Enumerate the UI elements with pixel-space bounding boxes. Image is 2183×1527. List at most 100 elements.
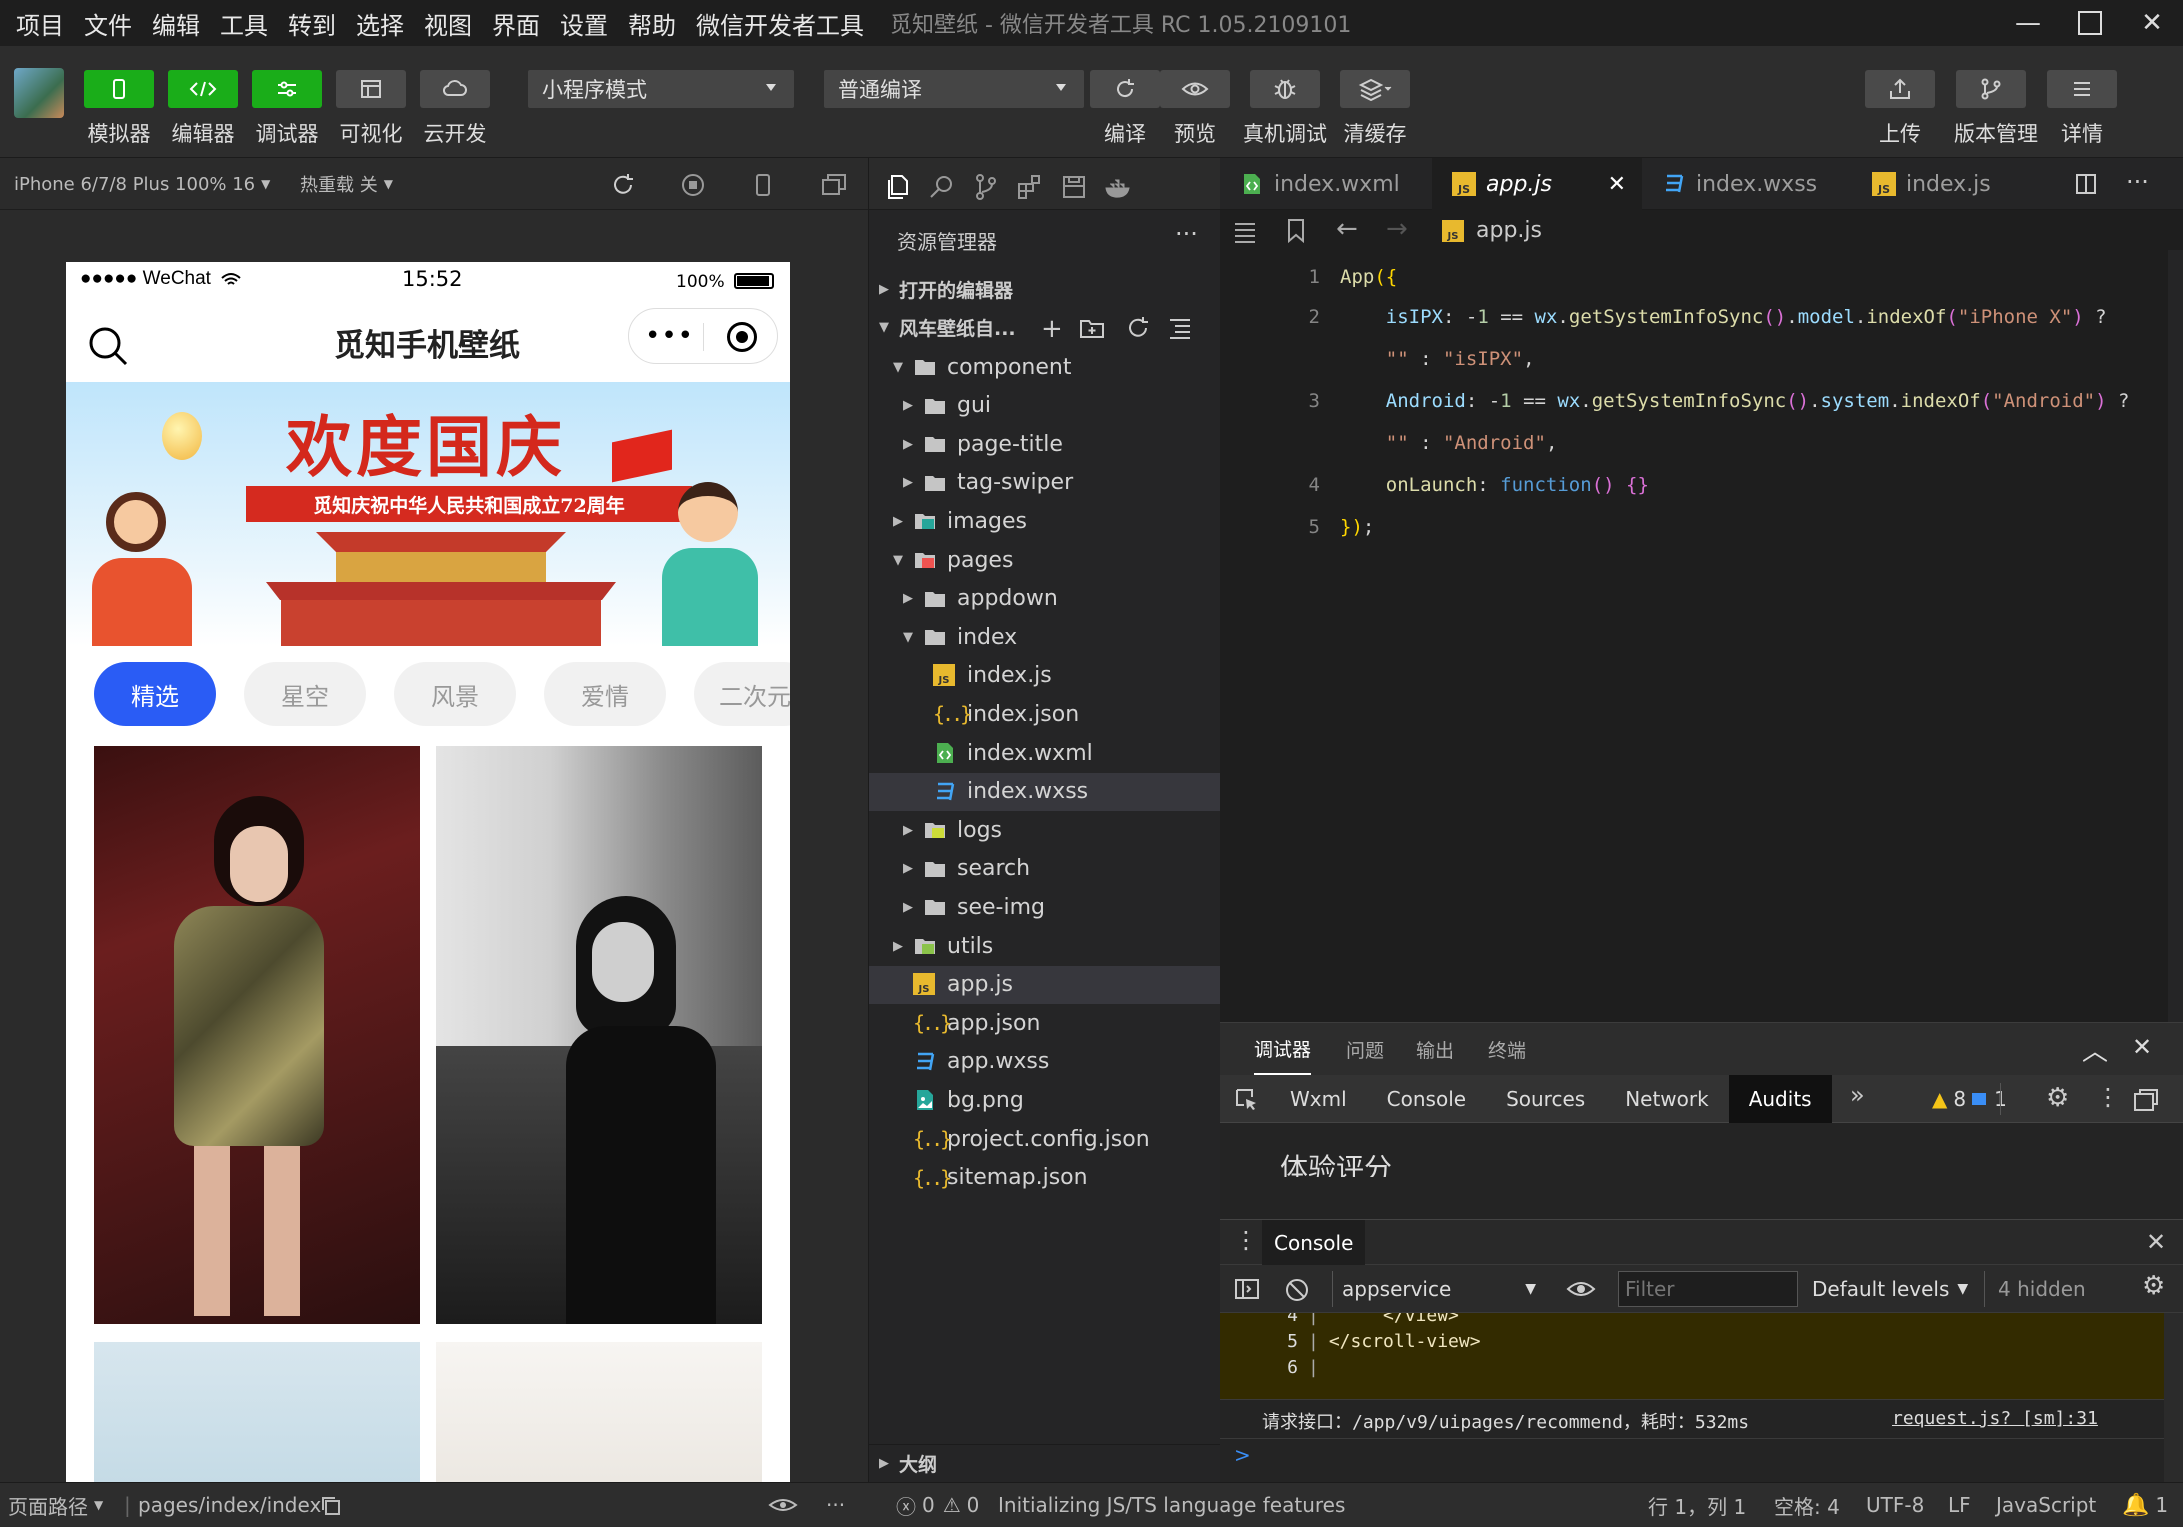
code-editor[interactable]: ← → JS app.js 1 App({2 isIPX: -1 == wx.ge… [1220,210,2183,1040]
clear-cache-button[interactable] [1340,70,1410,108]
menu-item[interactable]: 界面 [482,0,550,46]
tree-item[interactable]: bg.png [869,1081,1221,1119]
drawer-menu-icon[interactable]: ⋮ [1234,1226,1258,1254]
menu-item[interactable]: 编辑 [142,0,210,46]
tree-item[interactable]: ▼ component [869,348,1221,386]
more-panels-icon[interactable]: » [1850,1081,1865,1109]
new-folder-icon[interactable] [1079,316,1105,340]
status-more-icon[interactable]: ··· [826,1483,845,1527]
avatar[interactable] [14,68,64,118]
simulator-toggle[interactable] [84,70,154,108]
tree-item[interactable]: ▶ search [869,850,1221,888]
tab-app-js[interactable]: JS app.js ✕ [1432,158,1642,210]
log-levels-select[interactable]: Default levels ▼ [1812,1265,1968,1313]
category-tab[interactable]: 星空 [244,662,366,726]
capsule-menu[interactable]: ••• [628,308,778,364]
console-drawer-tab[interactable]: Console [1262,1220,1366,1266]
compile-select[interactable]: 普通编译 [824,70,1084,108]
visual-toggle[interactable] [336,70,406,108]
forward-icon[interactable]: → [1386,214,1408,244]
minimize-button[interactable]: — [1998,0,2058,46]
category-tab[interactable]: 风景 [394,662,516,726]
tab-index-wxml[interactable]: index.wxml [1220,158,1432,210]
devtools-panel-tab[interactable]: Wxml [1270,1075,1367,1123]
console-log-source-link[interactable]: request.js? [sm]:31 [1892,1408,2098,1429]
inspect-icon[interactable] [1234,1087,1260,1113]
devtools-panel-tab[interactable]: Console [1367,1075,1486,1123]
tree-item[interactable]: index.wxss [869,772,1221,811]
page-path-select[interactable]: 页面路径 ▼ [8,1483,103,1527]
debugger-toggle[interactable] [252,70,322,108]
bookmark-icon[interactable] [1286,218,1306,244]
banner[interactable]: 欢度国庆 觅知庆祝中华人民共和国成立72周年 [66,382,790,646]
devtools-top-tab[interactable]: 问题 [1346,1023,1384,1075]
tree-item[interactable]: ▼ index [869,618,1221,656]
devtools-panel-tab[interactable]: Network [1605,1075,1729,1123]
menu-item[interactable]: 工具 [210,0,278,46]
tree-item[interactable]: ▶ images [869,502,1221,540]
clear-console-icon[interactable] [1284,1277,1310,1303]
line-ending[interactable]: LF [1948,1483,1971,1527]
hot-reload-select[interactable]: 热重载 关 ▼ [300,158,393,210]
popout-icon[interactable] [820,172,848,198]
tab-index-js[interactable]: JS index.js [1852,158,2052,210]
devtools-panel-tab[interactable]: Audits [1728,1075,1832,1123]
menu-item[interactable]: 转到 [278,0,346,46]
storage-icon[interactable] [1059,172,1089,202]
wallpaper-card[interactable] [94,1342,420,1482]
tree-item[interactable]: ▶ utils [869,927,1221,965]
eye-icon[interactable] [1566,1277,1596,1301]
context-select[interactable]: appservice ▼ [1342,1265,1542,1313]
menu-item[interactable]: 视图 [414,0,482,46]
console-prompt[interactable]: > [1234,1443,1251,1467]
indentation[interactable]: 空格: 4 [1774,1483,1840,1527]
category-tab[interactable]: 精选 [94,662,216,726]
tree-item[interactable]: {..} app.json [869,1004,1221,1042]
console-filter-input[interactable] [1618,1271,1798,1307]
device-select[interactable]: iPhone 6/7/8 Plus 100% 16 ▼ [14,158,270,210]
close-tab-icon[interactable]: ✕ [1608,172,1626,197]
tree-item[interactable]: ▶ page-title [869,425,1221,463]
chevron-up-icon[interactable]: ︿ [2082,1031,2108,1068]
tree-item[interactable]: {..} index.json [869,695,1221,733]
tree-item[interactable]: app.wxss [869,1043,1221,1081]
remote-debug-button[interactable] [1250,70,1320,108]
preview-button[interactable] [1160,70,1230,108]
tree-item[interactable]: {..} project.config.json [869,1120,1221,1158]
console-settings-icon[interactable]: ⚙ [2142,1271,2165,1301]
cursor-position[interactable]: 行 1，列 1 [1648,1483,1746,1527]
kebab-menu-icon[interactable]: ⋮ [2096,1083,2120,1111]
tree-item[interactable]: ▶ gui [869,387,1221,425]
close-drawer-icon[interactable]: ✕ [2146,1228,2166,1256]
open-editors-section[interactable]: ▶ 打开的编辑器 [869,270,1221,308]
tree-item[interactable]: ▶ see-img [869,888,1221,926]
search-icon[interactable] [927,172,957,202]
copy-icon[interactable] [320,1495,342,1517]
explorer-more-icon[interactable]: ··· [1175,220,1198,248]
mode-select[interactable]: 小程序模式 [528,70,794,108]
docker-icon[interactable] [1103,172,1133,202]
close-window-button[interactable]: ✕ [2122,0,2182,46]
tab-index-wxss[interactable]: index.wxss [1642,158,1852,210]
tree-item[interactable]: JS index.js [869,657,1221,695]
eye-icon[interactable] [768,1495,798,1515]
tree-item[interactable]: JS app.js [869,965,1221,1004]
tree-item[interactable]: ▶ appdown [869,580,1221,618]
more-icon[interactable]: ••• [645,321,694,351]
dock-icon[interactable] [2132,1087,2160,1113]
notifications[interactable]: 🔔 1 [2122,1483,2168,1527]
category-tab[interactable]: 爱情 [544,662,666,726]
split-editor-icon[interactable] [2074,172,2098,196]
maximize-button[interactable] [2060,0,2120,46]
tree-item[interactable]: ▼ pages [869,541,1221,579]
issue-counter[interactable]: ▲8 1 [1932,1087,2007,1111]
device-icon[interactable] [750,172,776,198]
new-file-icon[interactable]: + [1041,314,1063,344]
tree-item[interactable]: ▶ logs [869,811,1221,849]
files-icon[interactable] [883,172,913,202]
wallpaper-card[interactable] [94,746,420,1324]
refresh-icon[interactable] [1125,316,1151,340]
collapse-all-icon[interactable] [1167,316,1193,340]
menu-item[interactable]: 设置 [550,0,618,46]
editor-toggle[interactable] [168,70,238,108]
